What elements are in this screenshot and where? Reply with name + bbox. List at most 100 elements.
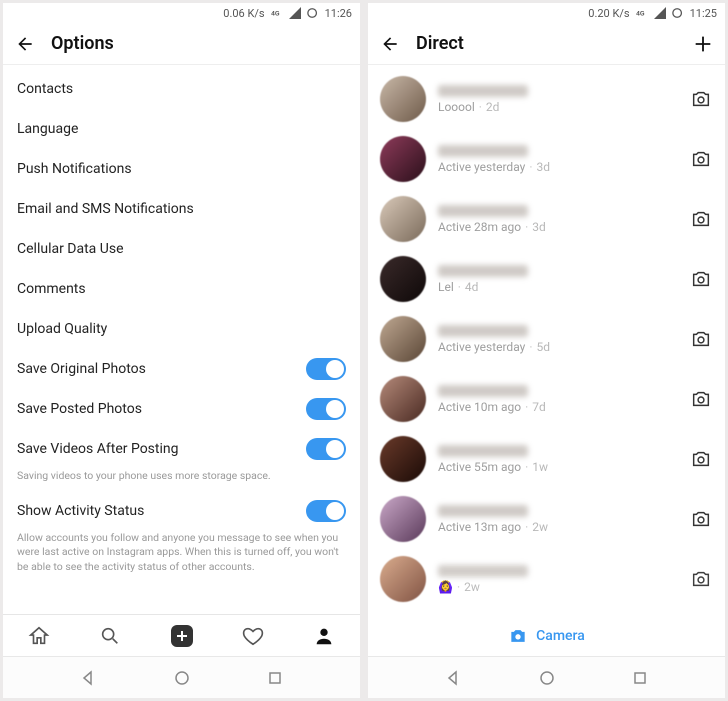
dm-thread-row[interactable]: Active yesterday·3d xyxy=(368,129,725,189)
back-button[interactable] xyxy=(13,32,37,56)
dm-time-ago: 2d xyxy=(486,100,500,114)
nav-home[interactable] xyxy=(538,669,556,687)
option-label: Cellular Data Use xyxy=(17,241,346,257)
dm-thread-row[interactable]: Active yesterday·5d xyxy=(368,309,725,369)
dm-subtitle-text: Active 13m ago xyxy=(438,520,521,534)
dm-thread-row[interactable]: Lel·4d xyxy=(368,249,725,309)
nav-back[interactable] xyxy=(444,669,462,687)
camera-bar-button[interactable]: Camera xyxy=(368,616,725,656)
option-row[interactable]: Comments xyxy=(3,269,360,309)
option-row[interactable]: Email and SMS Notifications xyxy=(3,189,360,229)
option-row[interactable]: Language xyxy=(3,109,360,149)
dm-thread-row[interactable]: Looool·2d xyxy=(368,69,725,129)
option-row[interactable]: Upload Quality xyxy=(3,309,360,349)
dm-camera-button[interactable] xyxy=(689,567,713,591)
dm-time-ago: 3d xyxy=(532,220,546,234)
dm-subtitle-text: 🙆‍♀️ xyxy=(438,580,453,594)
dm-camera-button[interactable] xyxy=(689,267,713,291)
option-label: Save Posted Photos xyxy=(17,401,306,417)
dm-subtitle-text: Active 28m ago xyxy=(438,220,521,234)
heart-icon xyxy=(242,625,264,647)
page-title: Direct xyxy=(416,33,464,54)
battery-icon xyxy=(672,7,684,19)
avatar xyxy=(380,556,426,602)
dm-text-block: Active 10m ago·7d xyxy=(438,385,677,414)
dm-camera-button[interactable] xyxy=(689,87,713,111)
toggle-switch[interactable] xyxy=(306,438,346,460)
option-row[interactable]: Save Posted Photos xyxy=(3,389,360,429)
dm-thread-row[interactable]: Active 28m ago·3d xyxy=(368,189,725,249)
dm-thread-row[interactable]: 🙆‍♀️·2w xyxy=(368,549,725,609)
dm-camera-button[interactable] xyxy=(689,327,713,351)
add-post-icon xyxy=(171,625,193,647)
dm-text-block: Active 55m ago·1w xyxy=(438,445,677,474)
header-bar: Direct xyxy=(368,23,725,65)
camera-filled-icon xyxy=(508,626,528,646)
camera-outline-icon xyxy=(690,88,712,110)
dm-subtitle: Looool·2d xyxy=(438,100,677,114)
dm-subtitle-text: Active yesterday xyxy=(438,160,525,174)
toggle-switch[interactable] xyxy=(306,358,346,380)
tab-home[interactable] xyxy=(3,615,74,656)
nav-home[interactable] xyxy=(173,669,191,687)
dm-username-blurred xyxy=(438,205,528,217)
svg-text:4G: 4G xyxy=(271,10,280,18)
dm-camera-button[interactable] xyxy=(689,387,713,411)
dm-subtitle: Active yesterday·3d xyxy=(438,160,677,174)
dm-username-blurred xyxy=(438,385,528,397)
avatar xyxy=(380,76,426,122)
option-row[interactable]: Show Activity Status xyxy=(3,491,360,531)
dm-camera-button[interactable] xyxy=(689,207,713,231)
dm-username-blurred xyxy=(438,565,528,577)
dm-subtitle: 🙆‍♀️·2w xyxy=(438,580,677,594)
option-label: Upload Quality xyxy=(17,321,346,337)
dm-camera-button[interactable] xyxy=(689,507,713,531)
network-type-icon: 4G xyxy=(636,7,648,19)
arrow-left-icon xyxy=(380,34,400,54)
nav-back[interactable] xyxy=(79,669,97,687)
dm-thread-row[interactable]: Active 13m ago·2w xyxy=(368,489,725,549)
camera-outline-icon xyxy=(690,328,712,350)
tab-add[interactable] xyxy=(146,615,217,656)
toggle-switch[interactable] xyxy=(306,398,346,420)
option-row[interactable]: Push Notifications xyxy=(3,149,360,189)
toggle-switch[interactable] xyxy=(306,500,346,522)
option-label: Contacts xyxy=(17,81,346,97)
dm-subtitle-text: Active 55m ago xyxy=(438,460,521,474)
option-row[interactable]: Cellular Data Use xyxy=(3,229,360,269)
camera-outline-icon xyxy=(690,208,712,230)
option-row[interactable]: Save Videos After Posting xyxy=(3,429,360,469)
profile-icon xyxy=(313,625,335,647)
tab-search[interactable] xyxy=(74,615,145,656)
avatar xyxy=(380,436,426,482)
dm-time-ago: 2w xyxy=(532,520,548,534)
android-nav-bar xyxy=(368,656,725,698)
network-type-icon: 4G xyxy=(271,7,283,19)
dm-subtitle: Active 10m ago·7d xyxy=(438,400,677,414)
nav-recent[interactable] xyxy=(266,669,284,687)
camera-outline-icon xyxy=(690,448,712,470)
dm-text-block: Active yesterday·3d xyxy=(438,145,677,174)
tab-profile[interactable] xyxy=(289,615,360,656)
back-button[interactable] xyxy=(378,32,402,56)
dm-camera-button[interactable] xyxy=(689,147,713,171)
direct-thread-list: Looool·2d Active yesterday·3d Active 28m a… xyxy=(368,65,725,616)
dm-thread-row[interactable]: Active 10m ago·7d xyxy=(368,369,725,429)
clock-text: 11:26 xyxy=(325,7,352,20)
dm-subtitle: Active 55m ago·1w xyxy=(438,460,677,474)
camera-outline-icon xyxy=(690,568,712,590)
dm-camera-button[interactable] xyxy=(689,447,713,471)
option-row[interactable]: Contacts xyxy=(3,69,360,109)
dm-thread-row[interactable]: Active 55m ago·1w xyxy=(368,429,725,489)
new-message-button[interactable] xyxy=(691,32,715,56)
option-row[interactable]: Save Original Photos xyxy=(3,349,360,389)
status-bar: 0.06 K/s 4G 11:26 xyxy=(3,3,360,23)
nav-recent[interactable] xyxy=(631,669,649,687)
camera-outline-icon xyxy=(690,268,712,290)
option-label: Comments xyxy=(17,281,346,297)
dm-text-block: 🙆‍♀️·2w xyxy=(438,565,677,594)
svg-text:4G: 4G xyxy=(636,10,645,18)
tab-activity[interactable] xyxy=(217,615,288,656)
dm-username-blurred xyxy=(438,325,528,337)
camera-label: Camera xyxy=(536,628,585,644)
